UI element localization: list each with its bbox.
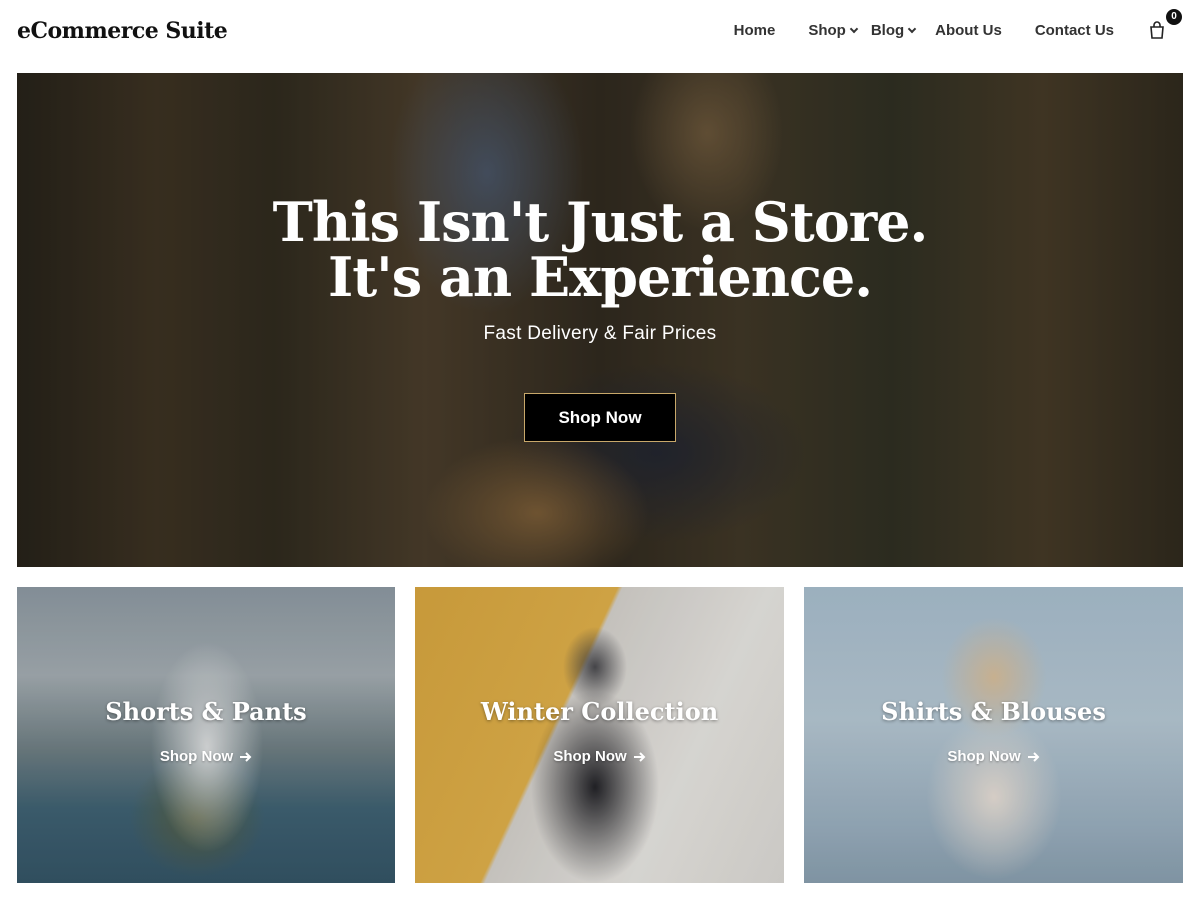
category-shop-now-link[interactable]: Shop Now [804, 748, 1183, 765]
nav-about-label: About Us [935, 22, 1002, 39]
nav-blog-label: Blog [870, 22, 905, 39]
nav-home-label: Home [733, 22, 776, 39]
category-shop-now-link[interactable]: Shop Now [17, 748, 395, 765]
nav-item-about[interactable]: About Us [935, 22, 1002, 39]
hero-title-line2: It's an Experience. [327, 245, 873, 309]
site-header: eCommerce Suite Home Shop Blog About Us … [0, 0, 1200, 70]
category-link-label: Shop Now [553, 748, 627, 765]
cart-count-badge: 0 [1166, 9, 1182, 25]
nav-contact-label: Contact Us [1034, 22, 1114, 39]
category-card-content: Winter Collection Shop Now [415, 587, 784, 883]
arrow-right-icon [1027, 751, 1040, 762]
hero-subtitle: Fast Delivery & Fair Prices [483, 323, 717, 344]
nav-item-blog[interactable]: Blog [870, 22, 917, 39]
category-title: Shirts & Blouses [881, 697, 1106, 726]
nav-shop-label: Shop [808, 22, 846, 39]
category-card-winter-collection[interactable]: Winter Collection Shop Now [415, 587, 784, 883]
hero-title: This Isn't Just a Store. It's an Experie… [17, 195, 1183, 305]
category-title: Winter Collection [480, 697, 719, 726]
nav-item-contact[interactable]: Contact Us [1035, 22, 1114, 39]
arrow-right-icon [633, 751, 646, 762]
category-title: Shorts & Pants [105, 697, 307, 726]
cart-button[interactable] [1149, 21, 1165, 39]
hero-banner: This Isn't Just a Store. It's an Experie… [17, 73, 1183, 567]
category-link-label: Shop Now [947, 748, 1021, 765]
category-card-shorts-pants[interactable]: Shorts & Pants Shop Now [17, 587, 395, 883]
category-card-content: Shirts & Blouses Shop Now [804, 587, 1183, 883]
hero-shop-now-button[interactable]: Shop Now [524, 393, 676, 442]
category-card-shirts-blouses[interactable]: Shirts & Blouses Shop Now [804, 587, 1183, 883]
nav-item-shop[interactable]: Shop [808, 22, 859, 39]
shopping-bag-icon [1150, 21, 1164, 39]
hero-content: This Isn't Just a Store. It's an Experie… [17, 73, 1183, 567]
site-logo[interactable]: eCommerce Suite [17, 18, 228, 44]
arrow-right-icon [240, 751, 252, 762]
main-nav: Home Shop Blog About Us Contact Us [734, 22, 1114, 39]
category-link-label: Shop Now [159, 748, 234, 765]
category-card-content: Shorts & Pants Shop Now [17, 587, 395, 883]
chevron-down-icon [907, 24, 917, 33]
category-shop-now-link[interactable]: Shop Now [415, 748, 784, 765]
chevron-down-icon [849, 24, 859, 33]
nav-item-home[interactable]: Home [734, 22, 776, 39]
